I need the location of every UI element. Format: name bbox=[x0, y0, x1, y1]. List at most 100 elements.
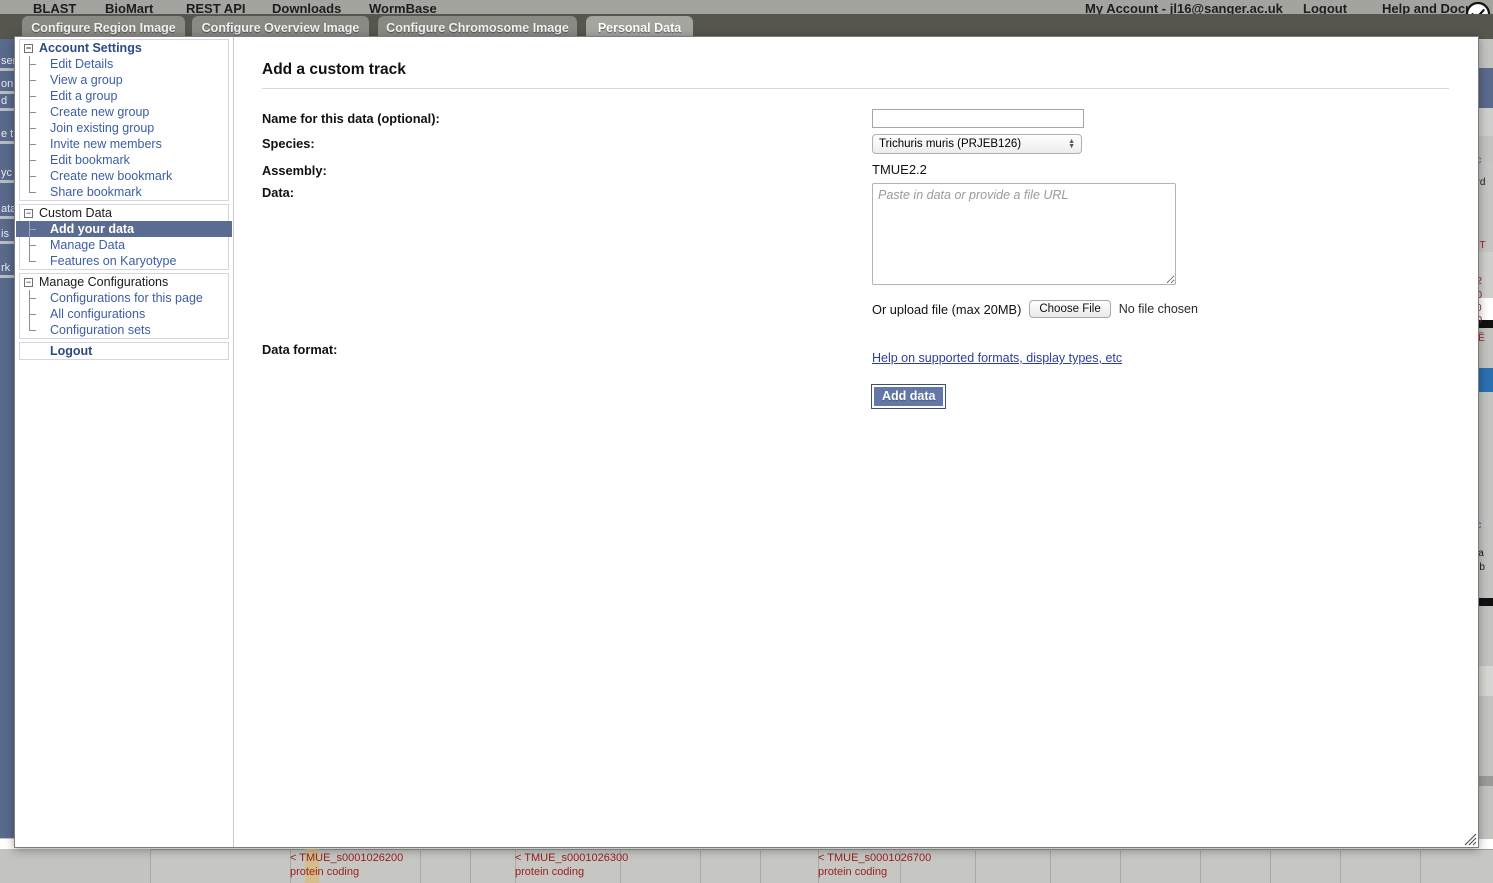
sidebar-item-edit-details[interactable]: Edit Details bbox=[20, 56, 228, 72]
sidebar-item-label: Share bookmark bbox=[50, 185, 142, 199]
background-grid-line bbox=[700, 849, 701, 883]
title-divider bbox=[262, 88, 1449, 89]
sidebar-item-edit-a-group[interactable]: Edit a group bbox=[20, 88, 228, 104]
sidebar-item-add-your-data[interactable]: Add your data bbox=[16, 221, 232, 237]
sidebar-item-share-bookmark[interactable]: Share bookmark bbox=[20, 184, 228, 200]
sidebar-item-join-existing-group[interactable]: Join existing group bbox=[20, 120, 228, 136]
sidebar-item-configurations-for-this-page[interactable]: Configurations for this page bbox=[20, 290, 228, 306]
sidebar-item-label: Manage Data bbox=[50, 238, 125, 252]
background-grid-line bbox=[420, 849, 421, 883]
help-formats-link[interactable]: Help on supported formats, display types… bbox=[872, 351, 1122, 365]
label-data-format: Data format: bbox=[262, 340, 872, 357]
background-gene-biotype: protein coding bbox=[515, 866, 584, 878]
sidebar-group-header[interactable]: −Custom Data bbox=[20, 205, 228, 221]
sidebar-logout[interactable]: Logout bbox=[19, 342, 229, 360]
sidebar-item-manage-data[interactable]: Manage Data bbox=[20, 237, 228, 253]
background-grid-line bbox=[1270, 849, 1271, 883]
background-gene-id: < TMUE_s0001026700 bbox=[818, 852, 931, 864]
personal-data-modal: −Account SettingsEdit DetailsView a grou… bbox=[14, 36, 1479, 848]
sidebar-item-view-a-group[interactable]: View a group bbox=[20, 72, 228, 88]
background-grid-line bbox=[1420, 849, 1421, 883]
species-select-wrapper: Trichuris muris (PRJEB126) ▲▼ bbox=[872, 134, 1082, 154]
tree-connector-horizontal bbox=[29, 245, 36, 246]
sidebar-item-label: Edit Details bbox=[50, 57, 113, 71]
sidebar-group-title: Account Settings bbox=[39, 41, 142, 55]
sidebar-item-configuration-sets[interactable]: Configuration sets bbox=[20, 322, 228, 338]
tree-connector-horizontal bbox=[29, 314, 36, 315]
sidebar-item-create-new-group[interactable]: Create new group bbox=[20, 104, 228, 120]
no-file-chosen-text: No file chosen bbox=[1119, 302, 1198, 316]
sidebar-item-label: All configurations bbox=[50, 307, 145, 321]
background-gene-biotype: protein coding bbox=[818, 866, 887, 878]
background-grid-line bbox=[760, 849, 761, 883]
sidebar-item-create-new-bookmark[interactable]: Create new bookmark bbox=[20, 168, 228, 184]
sidebar-item-label: Features on Karyotype bbox=[50, 254, 176, 268]
label-assembly: Assembly: bbox=[262, 161, 872, 178]
tree-connector-horizontal bbox=[29, 160, 36, 161]
assembly-value: TMUE2.2 bbox=[872, 161, 1454, 177]
sidebar-group-account-settings: −Account SettingsEdit DetailsView a grou… bbox=[19, 39, 229, 201]
minus-icon[interactable]: − bbox=[24, 209, 33, 218]
tree-connector-vertical bbox=[29, 322, 30, 330]
sidebar-group-manage-configurations: −Manage ConfigurationsConfigurations for… bbox=[19, 273, 229, 339]
background-grid-line bbox=[1200, 849, 1201, 883]
tree-connector-horizontal bbox=[29, 298, 36, 299]
data-textarea[interactable] bbox=[872, 183, 1176, 285]
background-gene-id: < TMUE_s0001026200 bbox=[290, 852, 403, 864]
sidebar-item-label: Create new group bbox=[50, 105, 149, 119]
modal-sidebar: −Account SettingsEdit DetailsView a grou… bbox=[15, 37, 234, 848]
sidebar-item-label: View a group bbox=[50, 73, 123, 87]
background-grid-line bbox=[470, 849, 471, 883]
background-gene-id: < TMUE_s0001026300 bbox=[515, 852, 628, 864]
modal-content: Add a custom track Name for this data (o… bbox=[235, 37, 1478, 847]
tree-connector-horizontal bbox=[29, 80, 36, 81]
tree-connector-horizontal bbox=[29, 144, 36, 145]
form-row-species: Species: Trichuris muris (PRJEB126) ▲▼ bbox=[262, 134, 1454, 154]
tree-connector-horizontal bbox=[29, 128, 36, 129]
sidebar-item-label: Create new bookmark bbox=[50, 169, 172, 183]
sidebar-group-title: Manage Configurations bbox=[39, 275, 168, 289]
background-grid-line bbox=[975, 849, 976, 883]
add-data-button[interactable]: Add data bbox=[872, 385, 945, 408]
sidebar-group-title: Custom Data bbox=[39, 206, 112, 220]
label-species: Species: bbox=[262, 134, 872, 151]
tree-connector-horizontal bbox=[29, 176, 36, 177]
minus-icon[interactable]: − bbox=[24, 44, 33, 53]
sidebar-group-header[interactable]: −Account Settings bbox=[20, 40, 228, 56]
background-grid-line bbox=[150, 849, 151, 883]
tree-connector-horizontal bbox=[29, 330, 36, 331]
background-grid-line bbox=[1050, 849, 1051, 883]
upload-row: Or upload file (max 20MB) Choose File No… bbox=[872, 300, 1454, 318]
tree-connector-horizontal bbox=[29, 229, 36, 230]
sidebar-item-features-on-karyotype[interactable]: Features on Karyotype bbox=[20, 253, 228, 269]
species-select[interactable]: Trichuris muris (PRJEB126) bbox=[872, 134, 1082, 154]
tree-connector-vertical bbox=[29, 184, 30, 192]
background-gene-track: < TMUE_s0001026200protein coding < TMUE_s… bbox=[150, 849, 1493, 883]
sidebar-item-label: Add your data bbox=[50, 222, 134, 236]
sidebar-item-all-configurations[interactable]: All configurations bbox=[20, 306, 228, 322]
sidebar-item-label: Configurations for this page bbox=[50, 291, 203, 305]
minus-icon[interactable]: − bbox=[24, 278, 33, 287]
sidebar-item-label: Join existing group bbox=[50, 121, 154, 135]
sidebar-group-custom-data: −Custom DataAdd your dataManage DataFeat… bbox=[19, 204, 229, 270]
sidebar-group-header[interactable]: −Manage Configurations bbox=[20, 274, 228, 290]
tree-connector-vertical bbox=[29, 253, 30, 261]
tree-connector-horizontal bbox=[29, 96, 36, 97]
sidebar-item-label: Invite new members bbox=[50, 137, 162, 151]
tree-connector-horizontal bbox=[29, 64, 36, 65]
resize-grip-icon[interactable] bbox=[1463, 832, 1477, 846]
form-row-data-format: Data format: Help on supported formats, … bbox=[262, 340, 1454, 408]
choose-file-button[interactable]: Choose File bbox=[1029, 300, 1110, 318]
sidebar-item-label: Configuration sets bbox=[50, 323, 151, 337]
form-row-data: Data: Or upload file (max 20MB) Choose F… bbox=[262, 183, 1454, 318]
sidebar-item-edit-bookmark[interactable]: Edit bookmark bbox=[20, 152, 228, 168]
label-name: Name for this data (optional): bbox=[262, 109, 872, 126]
name-input[interactable] bbox=[872, 109, 1084, 128]
tree-connector-horizontal bbox=[29, 192, 36, 193]
sidebar-item-invite-new-members[interactable]: Invite new members bbox=[20, 136, 228, 152]
sidebar-item-label: Edit bookmark bbox=[50, 153, 130, 167]
background-grid-line bbox=[1120, 849, 1121, 883]
tree-connector-horizontal bbox=[29, 112, 36, 113]
label-data: Data: bbox=[262, 183, 872, 200]
background-bottom-strip: < TMUE_s0001026200protein coding < TMUE_s… bbox=[0, 843, 1493, 883]
